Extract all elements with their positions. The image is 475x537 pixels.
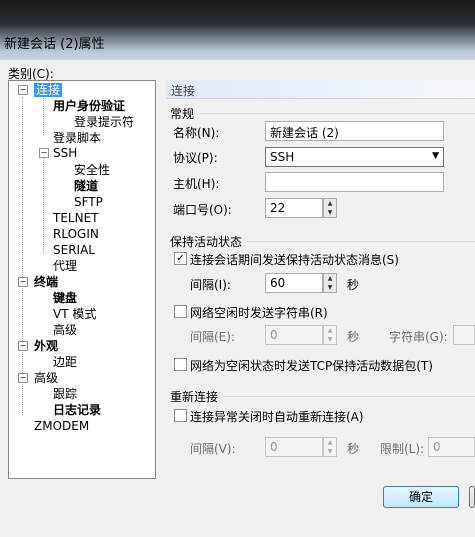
tree-item-serial[interactable]: SERIAL [53,243,95,257]
tree-item-keyboard[interactable]: 键盘 [53,291,77,305]
collapse-icon[interactable]: − [18,277,28,287]
string-input[interactable] [453,325,475,345]
tree-item-auth[interactable]: 用户身份验证 [53,99,125,113]
reconnect-checkbox[interactable] [174,409,187,422]
interval-stepper[interactable]: ▲ ▼ [323,273,337,293]
collapse-icon[interactable]: − [18,341,28,351]
tree-item-sftp[interactable]: SFTP [74,195,103,209]
group-title-reconnect: 重新连接 [170,390,219,404]
tree-item-advanced[interactable]: 高级 [34,371,58,385]
interval-unit: 秒 [347,278,360,292]
tree-item-connection[interactable]: 连接 [34,83,63,97]
idle-string-label: 网络空闲时发送字符串(R) [190,306,328,320]
collapse-icon[interactable]: − [18,85,28,95]
collapse-icon[interactable]: − [18,373,28,383]
tree-item-appearance[interactable]: 外观 [34,339,58,353]
dialog-body: 类别(C): − 连接 用户身份验证 登录提示符 登录脚本 − SSH 安全性 … [0,60,475,537]
tree-guide-line [22,97,23,415]
interval-input[interactable]: 60 [265,273,323,293]
reconnect-interval-unit: 秒 [347,442,360,456]
spin-down-icon[interactable]: ▼ [324,283,336,292]
string-label: 字符串(G): [389,330,448,344]
tree-item-telnet[interactable]: TELNET [53,211,99,225]
idle-interval-label: 间隔(E): [190,330,235,344]
spin-down-icon[interactable]: ▼ [324,208,336,217]
limit-label: 限制(L): [380,442,425,456]
tcp-keepalive-checkbox[interactable] [174,358,187,371]
reconnect-interval-input[interactable]: 0 [265,437,323,457]
title-bar: 新建会话 (2)属性 [0,0,475,60]
keepalive-check-label: 连接会话期间发送保持活动状态消息(S) [190,253,399,267]
window-title: 新建会话 (2)属性 [4,37,105,52]
tree-item-terminal-advanced[interactable]: 高级 [53,323,77,337]
keepalive-checkbox[interactable]: ✓ [174,252,187,265]
idle-string-checkbox[interactable] [174,305,187,318]
host-input[interactable] [265,172,444,192]
port-stepper[interactable]: ▲ ▼ [323,198,337,218]
cancel-button[interactable] [469,486,475,508]
panel-header: 连接 [166,80,475,99]
reconnect-interval-label: 间隔(V): [190,442,236,456]
category-tree[interactable]: − 连接 用户身份验证 登录提示符 登录脚本 − SSH 安全性 隧道 SFTP… [8,80,156,479]
tree-item-terminal[interactable]: 终端 [34,275,58,289]
tree-item-login-prompts[interactable]: 登录提示符 [74,115,134,129]
ok-button[interactable]: 确定 [383,486,459,508]
host-label: 主机(H): [173,177,220,191]
limit-input[interactable]: 0 [428,437,475,457]
reconnect-interval-stepper[interactable]: ▲ ▼ [323,437,337,457]
spin-up-icon[interactable]: ▲ [324,274,336,283]
spin-down-icon[interactable]: ▼ [324,335,336,344]
protocol-select[interactable]: SSH ▼ [265,147,444,167]
group-title-keepalive: 保持活动状态 [170,235,243,249]
protocol-select-value: SSH [270,150,295,164]
panel-header-title: 连接 [171,84,196,98]
tree-item-tunnel[interactable]: 隧道 [74,179,98,193]
interval-label: 间隔(I): [190,278,231,292]
tree-guide-line [43,149,44,253]
name-label: 名称(N): [173,126,220,140]
reconnect-check-label: 连接异常关闭时自动重新连接(A) [190,410,364,424]
tree-item-ssh[interactable]: SSH [53,146,77,160]
group-divider [222,396,475,397]
idle-interval-input[interactable]: 0 [265,325,323,345]
tree-item-trace[interactable]: 跟踪 [53,387,77,401]
group-divider [246,241,475,242]
tree-item-zmodem[interactable]: ZMODEM [34,419,89,433]
spin-up-icon[interactable]: ▲ [324,199,336,208]
spin-up-icon[interactable]: ▲ [324,326,336,335]
chevron-down-icon: ▼ [432,151,439,161]
group-divider [200,113,475,114]
idle-interval-unit: 秒 [347,330,360,344]
tree-item-login-script[interactable]: 登录脚本 [53,131,101,145]
tree-item-security[interactable]: 安全性 [74,163,110,177]
collapse-icon[interactable]: − [39,148,49,158]
tree-guide-line [43,95,44,135]
name-input[interactable]: 新建会话 (2) [265,121,444,141]
tcp-keepalive-label: 网络为空闲状态时发送TCP保持活动数据包(T) [190,359,433,373]
tree-item-proxy[interactable]: 代理 [53,259,77,273]
tree-item-rlogin[interactable]: RLOGIN [53,227,99,241]
spin-up-icon[interactable]: ▲ [324,438,336,447]
tree-item-logging[interactable]: 日志记录 [53,403,101,417]
group-title-general: 常规 [170,107,195,121]
port-input[interactable]: 22 [265,198,323,218]
tree-item-vt-mode[interactable]: VT 模式 [53,307,96,321]
port-label: 端口号(O): [173,203,232,217]
spin-down-icon[interactable]: ▼ [324,447,336,456]
idle-interval-stepper[interactable]: ▲ ▼ [323,325,337,345]
tree-item-margin[interactable]: 边距 [53,355,77,369]
protocol-label: 协议(P): [173,151,218,165]
